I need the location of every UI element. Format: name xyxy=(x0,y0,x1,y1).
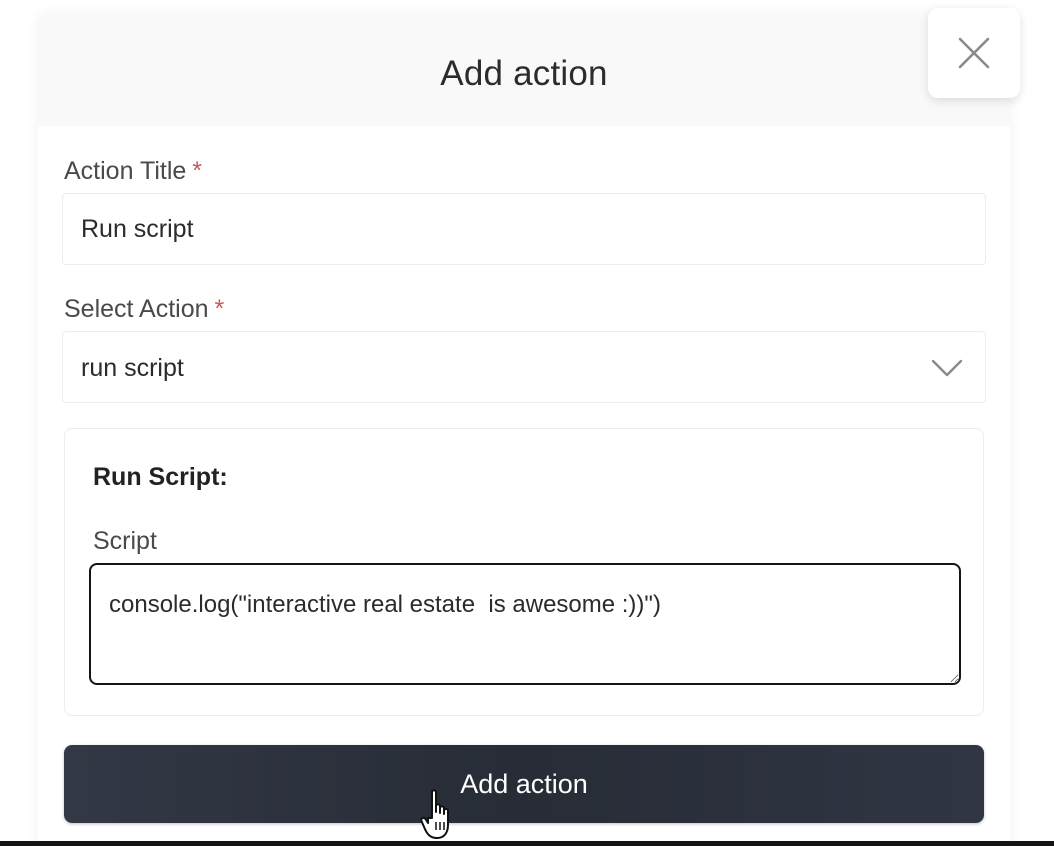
action-title-input[interactable] xyxy=(62,193,986,265)
screen: Add action Action Title* Select Action* … xyxy=(0,0,1054,846)
chevron-down-icon xyxy=(931,359,963,377)
required-mark: * xyxy=(214,295,225,323)
modal-header: Add action xyxy=(38,14,1010,126)
add-action-button[interactable]: Add action xyxy=(64,745,984,823)
run-script-panel: Run Script: Script console.log("interact… xyxy=(64,428,984,716)
run-script-heading: Run Script: xyxy=(93,463,228,491)
select-action-dropdown[interactable]: run script xyxy=(62,331,986,403)
bottom-edge xyxy=(0,841,1054,846)
close-button[interactable] xyxy=(928,8,1020,98)
modal-title: Add action xyxy=(440,54,608,93)
action-title-label-text: Action Title xyxy=(64,157,187,185)
script-label: Script xyxy=(93,527,157,555)
script-textarea[interactable]: console.log("interactive real estate is … xyxy=(89,563,961,685)
select-action-label: Select Action * xyxy=(64,295,224,324)
required-mark: * xyxy=(192,157,203,185)
select-action-label-text: Select Action xyxy=(64,295,209,323)
close-icon xyxy=(958,37,990,69)
action-title-label: Action Title * xyxy=(64,157,202,186)
select-action-value: run script xyxy=(81,354,184,382)
